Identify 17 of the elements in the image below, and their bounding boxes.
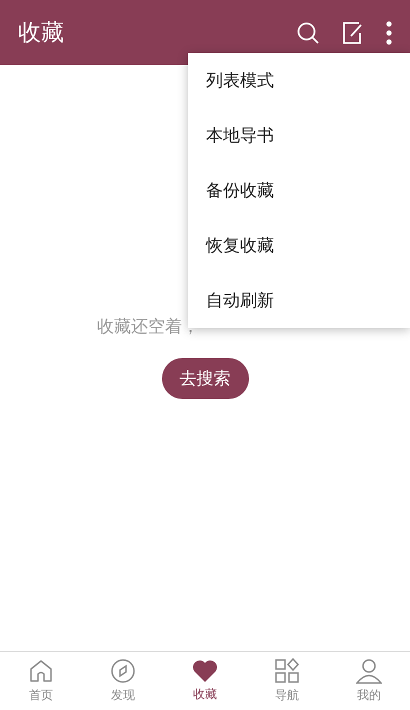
grid-icon [274,658,300,684]
search-icon[interactable] [296,20,320,44]
menu-item[interactable]: 恢复收藏 [188,218,410,273]
menu-item[interactable]: 列表模式 [188,53,410,108]
search-button[interactable]: 去搜索 [162,358,248,399]
nav-tab[interactable]: 我的 [328,652,410,710]
home-icon [28,658,54,684]
person-icon [356,658,382,684]
compass-icon [110,658,136,684]
more-icon[interactable] [386,20,392,44]
menu-item[interactable]: 自动刷新 [188,273,410,328]
heart-icon [192,659,218,683]
page-title: 收藏 [18,19,64,48]
menu-item[interactable]: 本地导书 [188,108,410,163]
nav-tab[interactable]: 收藏 [164,652,246,710]
edit-icon[interactable] [342,20,364,44]
menu-item[interactable]: 备份收藏 [188,163,410,218]
